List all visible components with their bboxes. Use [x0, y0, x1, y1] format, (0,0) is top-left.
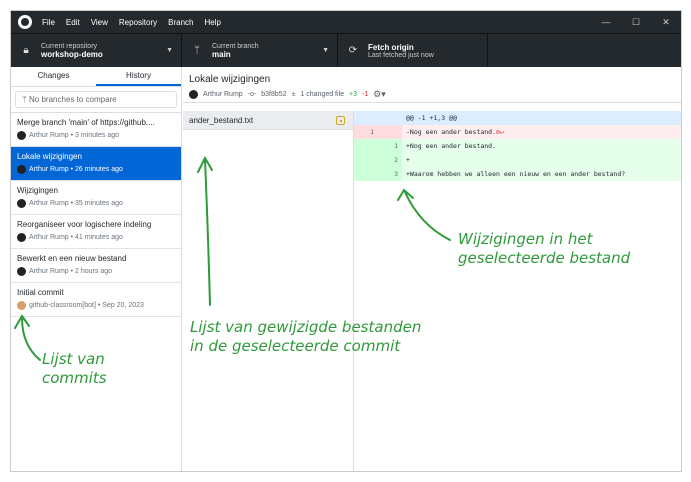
arrow-to-commits — [14, 314, 41, 361]
annotation-files: Lijst van gewijzigde bestanden in de ges… — [190, 318, 422, 355]
annotation-commits: Lijst van commits — [42, 350, 107, 387]
annotation-diff: Wijzigingen in het geselecteerde bestand — [458, 230, 631, 267]
arrow-to-diff — [397, 188, 451, 241]
arrow-to-files — [197, 155, 213, 306]
